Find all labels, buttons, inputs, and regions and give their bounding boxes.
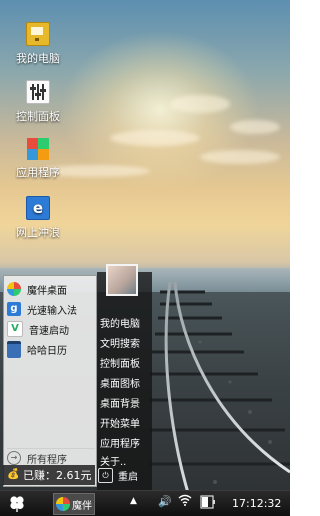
start-menu-link-search[interactable]: 文明搜索	[100, 335, 140, 350]
power-icon: ⏻	[98, 467, 113, 483]
wifi-icon[interactable]	[178, 494, 192, 509]
taskbar-app-label: 魔伴	[72, 500, 92, 512]
tray-expand-arrow-icon[interactable]: ▲	[130, 496, 137, 506]
desktop-icon-applications[interactable]: 应用程序	[8, 138, 68, 180]
desktop-icon-label: 应用程序	[16, 166, 60, 179]
volume-icon[interactable]: 🔊	[158, 495, 172, 508]
earnings-label: 已赚：2.61元	[23, 469, 92, 482]
wallpaper-cloud	[110, 130, 200, 146]
desktop-icon-my-computer[interactable]: 我的电脑	[8, 22, 68, 66]
restart-button[interactable]: ⏻ 重启	[98, 466, 138, 484]
launcher-icon: V	[7, 321, 23, 337]
start-menu-link-control-panel[interactable]: 控制面板	[100, 355, 140, 370]
monitor-icon	[26, 22, 50, 46]
desktop-icon-label: 网上冲浪	[16, 226, 60, 239]
money-bag-icon: 💰	[7, 469, 20, 480]
all-programs-label: 所有程序	[27, 454, 67, 466]
mobo-desktop-icon	[7, 282, 21, 296]
arrow-right-icon: →	[7, 451, 21, 465]
menu-item-label: 魔伴桌面	[27, 285, 67, 297]
start-menu-item-mobo-desktop[interactable]: 魔伴桌面	[7, 280, 95, 298]
desktop-icon-control-panel[interactable]: 控制面板	[8, 80, 68, 124]
mobo-app-icon	[56, 497, 70, 511]
desktop-icon-internet[interactable]: e 网上冲浪	[8, 196, 68, 240]
menu-item-label: 哈哈日历	[27, 345, 67, 357]
start-menu-link-desktop-background[interactable]: 桌面背景	[100, 395, 140, 410]
desktop-icon-label: 我的电脑	[16, 52, 60, 65]
start-menu-link-start-menu[interactable]: 开始菜单	[100, 415, 140, 430]
menu-item-label: 光速输入法	[27, 305, 77, 317]
menu-item-label: 音速启动	[29, 325, 69, 337]
start-menu-item-calendar[interactable]: 哈哈日历	[7, 340, 95, 358]
taskbar: 魔伴 ▲ 🔊 17:12:32	[0, 490, 290, 516]
start-menu-link-my-computer[interactable]: 我的电脑	[100, 315, 140, 330]
earnings-display: 💰 已赚：2.61元	[3, 465, 95, 485]
battery-icon[interactable]	[200, 495, 216, 512]
start-menu-item-launcher[interactable]: V 音速启动	[7, 320, 95, 338]
clover-start-icon[interactable]	[8, 494, 26, 512]
calendar-icon	[7, 340, 21, 358]
desktop-icon-label: 控制面板	[16, 110, 60, 123]
start-menu-item-input-method[interactable]: g 光速输入法	[7, 300, 95, 318]
start-menu: 魔伴桌面 g 光速输入法 V 音速启动 哈哈日历 → 所有程序 我的电脑 文明搜…	[0, 264, 152, 490]
apps-icon	[27, 138, 49, 160]
wallpaper-cloud	[230, 120, 280, 134]
system-clock[interactable]: 17:12:32	[232, 497, 281, 510]
browser-icon: e	[26, 196, 50, 220]
taskbar-app-mobo[interactable]: 魔伴	[53, 493, 95, 515]
user-avatar[interactable]	[106, 264, 138, 296]
wallpaper-cloud	[170, 95, 230, 113]
start-menu-link-desktop-icons[interactable]: 桌面图标	[100, 375, 140, 390]
restart-label: 重启	[118, 471, 138, 483]
start-menu-left-panel: 魔伴桌面 g 光速输入法 V 音速启动 哈哈日历 → 所有程序	[3, 275, 97, 487]
start-menu-link-applications[interactable]: 应用程序	[100, 435, 140, 450]
control-panel-icon	[26, 80, 50, 104]
input-method-icon: g	[7, 302, 21, 316]
wallpaper-cloud	[200, 150, 280, 164]
